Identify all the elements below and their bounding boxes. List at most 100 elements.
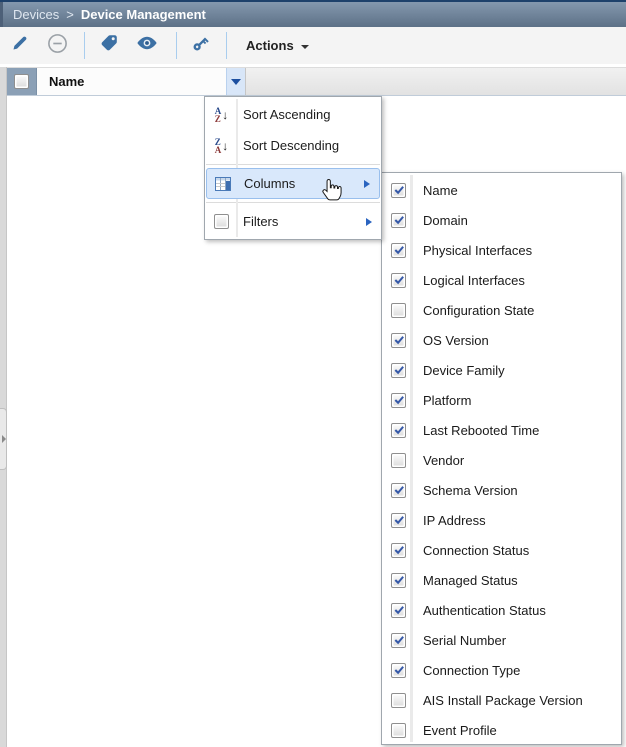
checkbox-icon[interactable]: [391, 482, 406, 498]
menu-item-label: Columns: [244, 176, 296, 191]
column-menu-item-label: Logical Interfaces: [423, 272, 525, 288]
checkbox-icon[interactable]: [391, 212, 406, 228]
minus-circle-icon: [47, 33, 68, 59]
pencil-icon: [11, 34, 29, 57]
column-menu-item[interactable]: Physical Interfaces: [382, 235, 621, 265]
column-header-menu: A Z ↓ Sort Ascending Z A ↓ Sort Descendi…: [204, 96, 382, 240]
remove-button[interactable]: [43, 32, 71, 59]
actions-button[interactable]: Actions: [238, 32, 317, 59]
column-menu-item[interactable]: Logical Interfaces: [382, 265, 621, 295]
select-all-cell[interactable]: [7, 68, 37, 95]
preview-button[interactable]: [133, 32, 161, 59]
toolbar: Actions: [0, 27, 626, 64]
column-menu-item-label: Serial Number: [423, 632, 507, 648]
menu-item-columns[interactable]: Columns: [206, 168, 380, 199]
column-menu-item[interactable]: Serial Number: [382, 625, 621, 655]
checkbox-icon[interactable]: [391, 602, 406, 618]
column-menu-item-label: Schema Version: [423, 482, 518, 498]
tag-icon: [100, 34, 118, 57]
menu-separator: [206, 202, 380, 203]
checkbox-icon[interactable]: [391, 422, 406, 438]
columns-icon: [213, 176, 232, 191]
menu-item-label: Sort Ascending: [243, 107, 331, 122]
column-menu-item-label: Last Rebooted Time: [423, 422, 540, 438]
checkbox-icon[interactable]: [391, 332, 406, 348]
checkbox-icon: [212, 214, 231, 229]
column-menu-item-label: Domain: [423, 212, 468, 228]
checkbox-icon[interactable]: [391, 272, 406, 288]
column-menu-item[interactable]: Last Rebooted Time: [382, 415, 621, 445]
column-menu-item-label: Event Profile: [423, 722, 497, 738]
column-menu-item[interactable]: Authentication Status: [382, 595, 621, 625]
column-menu-item[interactable]: OS Version: [382, 325, 621, 355]
tag-button[interactable]: [95, 32, 123, 59]
column-menu-item-label: Configuration State: [423, 302, 535, 318]
column-menu-item-label: Name: [423, 182, 458, 198]
key-icon: [191, 34, 210, 58]
column-menu-item-label: Connection Type: [423, 662, 521, 678]
toolbar-separator: [226, 32, 227, 59]
column-menu-item[interactable]: Device Family: [382, 355, 621, 385]
column-menu-item-label: IP Address: [423, 512, 486, 528]
menu-item-label: Filters: [243, 214, 279, 229]
sort-ascending-icon: A Z ↓: [214, 105, 229, 124]
checkbox-icon[interactable]: [391, 452, 406, 468]
menu-separator: [206, 164, 380, 165]
column-menu-item-label: Physical Interfaces: [423, 242, 533, 258]
column-menu-item[interactable]: IP Address: [382, 505, 621, 535]
checkbox-icon[interactable]: [391, 692, 406, 708]
chevron-right-icon: [1, 435, 6, 443]
checkbox-icon[interactable]: [391, 182, 406, 198]
menu-item-sort-descending[interactable]: Z A ↓ Sort Descending: [205, 130, 381, 161]
column-menu-item[interactable]: Schema Version: [382, 475, 621, 505]
column-menu-item[interactable]: Vendor: [382, 445, 621, 475]
column-menu-item-label: Vendor: [423, 452, 465, 468]
breadcrumb: Devices > Device Management: [0, 0, 626, 27]
column-menu-item[interactable]: AIS Install Package Version: [382, 685, 621, 715]
grid-header: Name: [7, 67, 626, 96]
panel-expander[interactable]: [0, 408, 7, 470]
column-menu-item-label: Platform: [423, 392, 472, 408]
column-menu-item[interactable]: Event Profile: [382, 715, 621, 744]
breadcrumb-devices-link[interactable]: Devices: [13, 7, 59, 22]
name-column-header[interactable]: Name: [37, 68, 226, 95]
chevron-down-icon: [231, 78, 241, 85]
edit-button[interactable]: [6, 32, 34, 59]
checkbox-icon[interactable]: [391, 662, 406, 678]
column-menu-item-label: Connection Status: [423, 542, 530, 558]
checkbox-icon[interactable]: [391, 722, 406, 738]
checkbox-icon[interactable]: [391, 572, 406, 588]
column-menu-item[interactable]: Domain: [382, 205, 621, 235]
checkbox-icon[interactable]: [391, 242, 406, 258]
checkbox-icon[interactable]: [391, 302, 406, 318]
select-all-checkbox[interactable]: [14, 74, 29, 89]
caret-down-icon: [300, 44, 309, 49]
column-header-label: Name: [49, 74, 85, 89]
columns-submenu: Name Domain Physical Interfaces Logical …: [381, 172, 622, 745]
column-menu-item[interactable]: Connection Type: [382, 655, 621, 685]
breadcrumb-separator: >: [66, 7, 74, 22]
page-title: Device Management: [80, 7, 206, 22]
checkbox-icon[interactable]: [391, 542, 406, 558]
checkbox-icon[interactable]: [391, 362, 406, 378]
menu-item-filters[interactable]: Filters: [205, 206, 381, 237]
credentials-button[interactable]: [186, 32, 214, 59]
column-menu-item[interactable]: Connection Status: [382, 535, 621, 565]
column-menu-item[interactable]: Configuration State: [382, 295, 621, 325]
checkbox-icon[interactable]: [391, 512, 406, 528]
column-menu-item[interactable]: Platform: [382, 385, 621, 415]
column-menu-item[interactable]: Managed Status: [382, 565, 621, 595]
checkbox-icon[interactable]: [391, 392, 406, 408]
menu-item-sort-ascending[interactable]: A Z ↓ Sort Ascending: [205, 99, 381, 130]
actions-label: Actions: [246, 38, 294, 53]
column-menu-item-label: Device Family: [423, 362, 505, 378]
column-menu-item-label: AIS Install Package Version: [423, 692, 583, 708]
submenu-arrow-icon: [364, 179, 370, 188]
column-menu-item[interactable]: Name: [382, 175, 621, 205]
checkbox-icon[interactable]: [391, 632, 406, 648]
toolbar-separator: [176, 32, 177, 59]
submenu-arrow-icon: [366, 217, 372, 226]
column-menu-trigger[interactable]: [226, 68, 246, 95]
column-menu-item-label: OS Version: [423, 332, 489, 348]
collapsed-panel-strip: [0, 67, 7, 747]
